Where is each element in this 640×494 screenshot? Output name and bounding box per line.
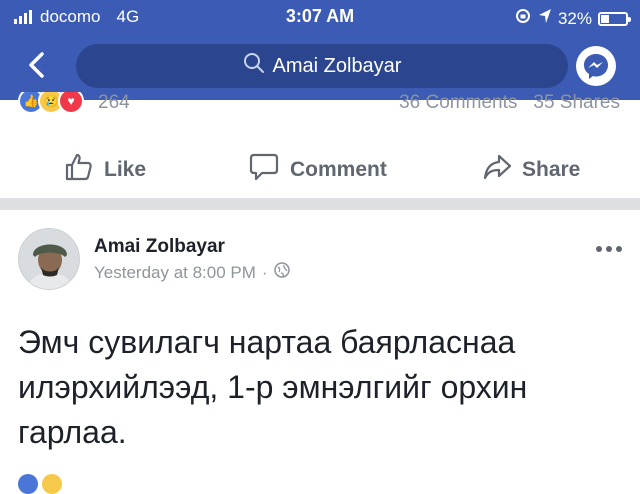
comment-button[interactable]: Comment — [248, 152, 387, 188]
comment-label: Comment — [290, 158, 387, 181]
battery-level — [601, 14, 609, 23]
post-author[interactable]: Amai Zolbayar — [94, 236, 225, 258]
search-query: Amai Zolbayar — [272, 54, 402, 77]
share-button[interactable]: Share — [482, 152, 580, 188]
share-label: Share — [522, 158, 581, 181]
rotation-lock-icon — [514, 7, 532, 30]
battery-percent: 32% — [557, 8, 592, 28]
meta-separator: · — [261, 262, 268, 282]
shares-count[interactable]: 35 Shares — [533, 92, 620, 114]
post-meta: Yesterday at 8:00 PM · — [94, 262, 290, 283]
share-arrow-icon — [482, 152, 512, 188]
next-reaction-icons — [18, 474, 62, 494]
back-chevron-icon[interactable] — [22, 50, 52, 80]
avatar[interactable] — [18, 228, 80, 290]
love-reaction-icon: ♥ — [58, 92, 84, 114]
post-time[interactable]: Yesterday at 8:00 PM — [94, 263, 256, 283]
comment-icon — [248, 152, 280, 188]
top-bar: docomo 4G 3:07 AM 32% Amai Zolbayar — [0, 0, 640, 100]
feed-divider — [0, 198, 640, 210]
post-card: Amai Zolbayar Yesterday at 8:00 PM · Эмч… — [0, 210, 640, 494]
like-label: Like — [104, 158, 147, 181]
globe-icon — [273, 262, 290, 283]
post-actions: Like Comment Share — [0, 138, 640, 198]
thumbs-up-icon — [64, 152, 94, 188]
reaction-summary[interactable]: 👍 😢 ♥ 264 36 Comments 35 Shares — [0, 92, 640, 118]
like-button[interactable]: Like — [64, 152, 146, 188]
search-bar[interactable]: Amai Zolbayar — [76, 44, 568, 88]
more-options-icon[interactable] — [596, 246, 622, 252]
messenger-icon[interactable] — [576, 46, 616, 86]
post-text: Эмч сувилагч нартаа баярласнаа илэрхийлэ… — [18, 324, 528, 450]
reaction-count[interactable]: 264 — [98, 92, 130, 114]
comments-count[interactable]: 36 Comments — [399, 92, 517, 114]
location-icon — [538, 8, 552, 29]
status-bar: docomo 4G 3:07 AM 32% — [0, 0, 640, 36]
reaction-icons: 👍 😢 ♥ — [18, 92, 84, 114]
battery-icon — [598, 11, 631, 26]
search-icon — [243, 52, 265, 80]
